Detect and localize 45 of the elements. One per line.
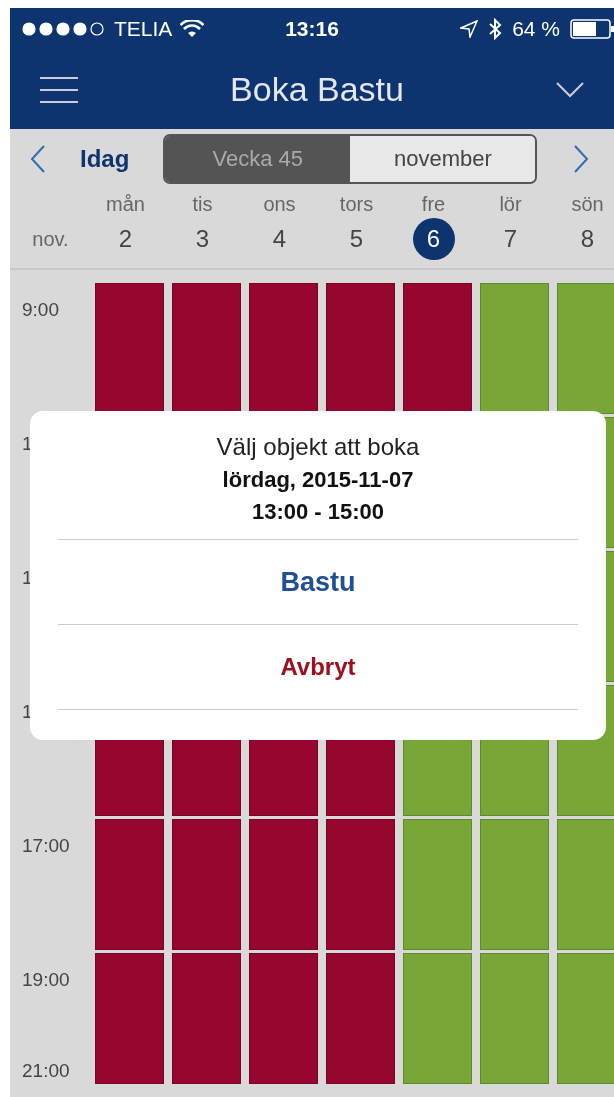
cancel-button[interactable]: Avbryt	[58, 625, 578, 709]
time-label: 17:00	[22, 835, 71, 857]
weekday-label: tors	[338, 192, 375, 216]
option-button[interactable]: Bastu	[58, 540, 578, 624]
booked-slot[interactable]	[249, 283, 318, 414]
status-time: 13:16	[284, 17, 340, 41]
weekday-label: lör	[498, 192, 523, 216]
date-number[interactable]: 7	[489, 218, 532, 260]
battery-percentage: 64 %	[512, 17, 560, 41]
location-arrow-icon	[460, 20, 479, 38]
date-number[interactable]: 5	[335, 218, 378, 260]
booked-slot[interactable]	[326, 283, 395, 414]
date-number[interactable]: 2	[104, 218, 147, 260]
wifi-icon	[180, 20, 205, 38]
time-label: 19:00	[22, 969, 71, 991]
time-label: 21:00	[22, 1060, 71, 1082]
chevron-left-icon[interactable]	[30, 145, 46, 173]
dialog-title: Välj objekt att boka	[216, 433, 420, 461]
booking-time: 13:00 - 15:00	[251, 499, 385, 525]
weekday-label: ons	[262, 192, 297, 216]
date-number[interactable]: 8	[566, 218, 609, 260]
chevron-right-icon[interactable]	[573, 145, 590, 173]
time-label: 9:00	[22, 299, 60, 321]
booked-slot[interactable]	[403, 283, 472, 414]
signal-icon	[22, 22, 106, 36]
carrier-name: TELIA	[114, 17, 173, 41]
today-button[interactable]: Idag	[80, 145, 130, 173]
booked-slot[interactable]	[95, 283, 164, 414]
date-number[interactable]: 4	[258, 218, 301, 260]
date-number[interactable]: 6	[412, 218, 455, 260]
date-number[interactable]: 3	[181, 218, 224, 260]
booked-slot[interactable]	[172, 283, 241, 414]
segment-tab[interactable]: november	[350, 136, 536, 182]
menu-icon[interactable]	[40, 76, 78, 103]
weekday-label: sön	[570, 192, 605, 216]
chevron-down-icon[interactable]	[556, 81, 584, 98]
screen-title: Boka Bastu	[230, 70, 404, 109]
month-label: nov.	[31, 227, 70, 251]
free-slot[interactable]	[480, 283, 549, 414]
weekday-label: fre	[420, 192, 447, 216]
booking-date: lördag, 2015-11-07	[222, 467, 414, 493]
weekday-label: tis	[191, 192, 214, 216]
weekday-label: mån	[105, 192, 146, 216]
bluetooth-icon	[488, 18, 503, 40]
battery-icon	[570, 19, 614, 39]
